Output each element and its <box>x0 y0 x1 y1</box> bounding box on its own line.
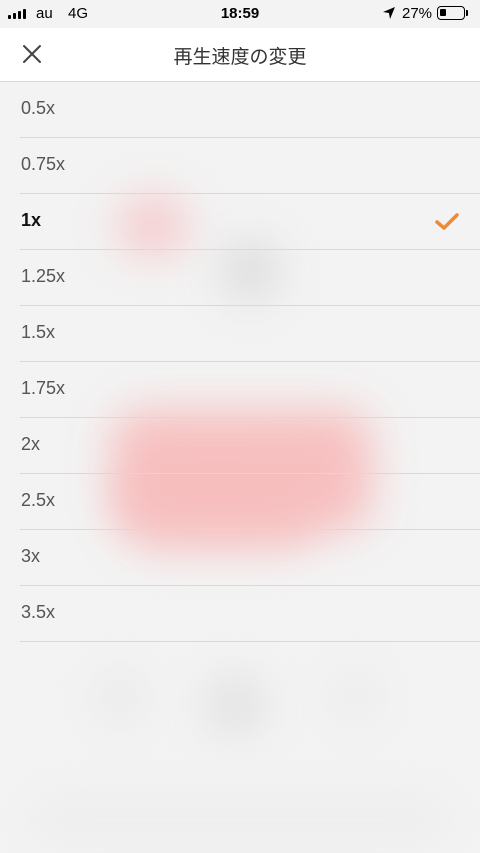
location-arrow-icon <box>383 7 395 19</box>
speed-option-label: 1.75x <box>21 378 66 398</box>
speed-option-list: 0.5x 0.75x 1x 1.25x 1.5x 1.75x 2x 2.5x 3x 3.5x <box>0 82 480 642</box>
speed-option[interactable]: 1.25x <box>0 250 480 306</box>
speed-option-label: 1.5x <box>21 322 56 342</box>
speed-option-label: 2.5x <box>21 490 56 510</box>
background-blur <box>95 672 145 722</box>
battery-nub <box>466 10 468 16</box>
speed-option-label: 0.5x <box>21 98 56 118</box>
speed-option[interactable]: 3.5x <box>0 586 480 642</box>
speed-option[interactable]: 0.5x <box>0 82 480 138</box>
speed-option-label: 2x <box>21 434 41 454</box>
battery-icon <box>437 6 465 20</box>
speed-option[interactable]: 1.5x <box>0 306 480 362</box>
speed-option[interactable]: 3x <box>0 530 480 586</box>
battery-level <box>440 9 446 16</box>
checkmark-icon <box>435 213 459 230</box>
background-blur <box>30 800 450 840</box>
speed-option[interactable]: 2.5x <box>0 474 480 530</box>
status-bar: au 4G 18:59 27% <box>0 0 480 28</box>
speed-option-label: 3.5x <box>21 602 56 622</box>
screen: au 4G 18:59 27% 再生速度の変更 0.5x 0.75x 1x 1.25x… <box>0 0 480 853</box>
battery-percent: 27% <box>402 5 433 22</box>
speed-option[interactable]: 0.75x <box>0 138 480 194</box>
speed-option[interactable]: 2x <box>0 418 480 474</box>
page-title: 再生速度の変更 <box>173 46 307 68</box>
speed-option[interactable]: 1x <box>0 194 480 250</box>
speed-option-label: 1x <box>21 210 42 230</box>
background-blur <box>330 672 380 722</box>
speed-option-label: 1.25x <box>21 266 66 286</box>
background-blur <box>205 675 265 735</box>
speed-option[interactable]: 1.75x <box>0 362 480 418</box>
header: 再生速度の変更 <box>0 28 480 82</box>
speed-option-label: 3x <box>21 546 41 566</box>
speed-option-label: 0.75x <box>21 154 66 174</box>
